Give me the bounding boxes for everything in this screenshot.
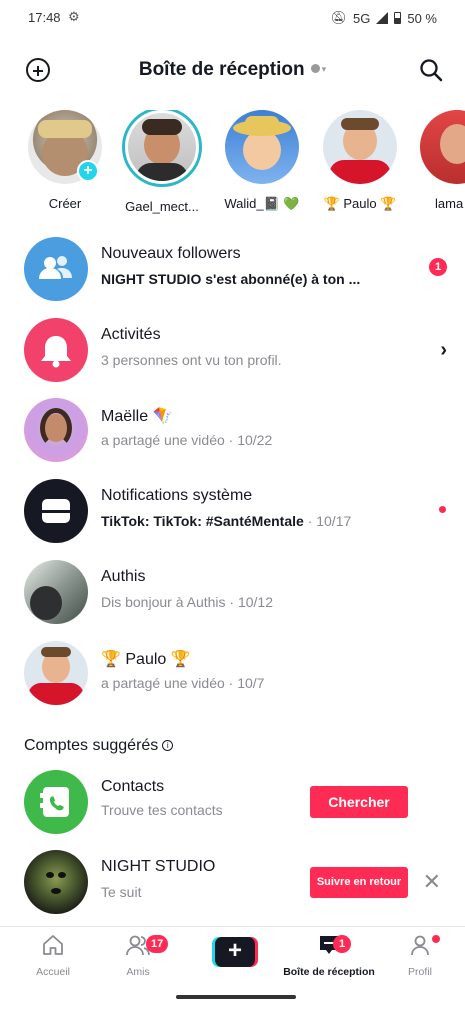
plus-icon: + [215, 937, 255, 967]
avatar [323, 110, 397, 184]
avatar [24, 641, 88, 705]
row-subtitle: a partagé une vidéo · 10/22 [101, 432, 273, 448]
nav-label: Accueil [36, 966, 70, 978]
inbox-row-paulo[interactable]: 🏆 Paulo 🏆 a partagé une vidéo · 10/7 [0, 632, 465, 714]
profile-icon [411, 935, 429, 956]
nav-label: Profil [408, 966, 432, 978]
avatar [24, 850, 88, 914]
settings-notification-icon: ⚙ [68, 9, 80, 24]
story-name: Gael_mect... [125, 199, 199, 214]
section-title: Comptes suggérés [24, 737, 159, 754]
inbox-row-system-notifications[interactable]: Notifications système TikTok: TikTok: #S… [0, 470, 465, 552]
contacts-phone-icon [24, 770, 88, 834]
story-name: 🏆 Paulo 🏆 [323, 196, 397, 211]
page-title[interactable]: Boîte de réception ▾ [0, 59, 465, 81]
battery-level: 50 % [407, 10, 437, 26]
row-subtitle: a partagé une vidéo · 10/7 [101, 675, 265, 691]
row-subtitle: TikTok: TikTok: #SantéMentale · 10/17 [101, 513, 351, 529]
row-subtitle: Trouve tes contacts [101, 802, 223, 818]
suggested-row-contacts[interactable]: Contacts Trouve tes contacts Chercher [0, 761, 465, 843]
follow-back-button[interactable]: Suivre en retour [310, 867, 408, 898]
avatar [128, 113, 196, 181]
battery-icon [394, 12, 402, 24]
nav-inbox[interactable]: Boîte de réception 1 [283, 933, 375, 978]
row-title: Notifications système [101, 487, 253, 504]
row-title: Nouveaux followers [101, 245, 241, 262]
row-subtitle: Te suit [101, 884, 142, 900]
story-create[interactable]: + Créer [23, 110, 107, 211]
story-ring [122, 110, 202, 187]
story-gael[interactable]: Gael_mect... [120, 110, 204, 214]
close-icon[interactable]: ✕ [423, 869, 441, 895]
bell-icon [24, 318, 88, 382]
row-subtitle: NIGHT STUDIO s'est abonné(e) à ton ... [101, 271, 361, 287]
bottom-navigation: Accueil Amis 17 + Boîte de réception 1 P… [0, 926, 465, 986]
story-name: lama [435, 196, 464, 211]
page-title-text: Boîte de réception [138, 59, 305, 80]
status-bar: 17:48 ⚙ 🔕︎ 5G 50 % [0, 0, 465, 36]
suggested-accounts-heading: Comptes suggérés i [24, 737, 174, 755]
avatar [420, 110, 465, 184]
avatar [24, 398, 88, 462]
signal-icon [376, 12, 389, 24]
nav-home[interactable]: Accueil [13, 933, 93, 978]
add-story-plus-icon[interactable]: + [77, 160, 99, 182]
suggested-row-night-studio[interactable]: NIGHT STUDIO Te suit Suivre en retour ✕ [0, 841, 465, 923]
unread-count-badge: 1 [429, 258, 447, 276]
story-lama[interactable]: lama [415, 110, 465, 211]
unread-dot [439, 506, 446, 513]
row-title: Maëlle 🪁 [101, 408, 173, 425]
inbox-row-activities[interactable]: Activités 3 personnes ont vu ton profil.… [0, 309, 465, 391]
nav-profile[interactable]: Profil [380, 933, 460, 978]
row-subtitle: 3 personnes ont vu ton profil. [101, 352, 282, 368]
home-icon [43, 935, 63, 955]
story-name: Créer [48, 196, 82, 211]
nav-label: Boîte de réception [283, 966, 375, 978]
inbox-row-new-followers[interactable]: Nouveaux followers NIGHT STUDIO s'est ab… [0, 228, 465, 310]
row-title: 🏆 Paulo 🏆 [101, 651, 191, 668]
info-icon[interactable]: i [162, 740, 174, 751]
chevron-down-icon: ▾ [321, 64, 327, 74]
network-label: 5G [353, 10, 371, 26]
friends-count-badge: 17 [146, 935, 169, 953]
search-icon[interactable] [419, 58, 443, 82]
row-title: Authis [101, 568, 146, 585]
story-paulo[interactable]: 🏆 Paulo 🏆 [318, 110, 402, 212]
system-inbox-icon [24, 479, 88, 543]
inbox-count-badge: 1 [333, 935, 351, 953]
status-right: 🔕︎ 5G 50 % [331, 10, 438, 26]
inbox-header: Boîte de réception ▾ [0, 48, 465, 92]
stories-row: + Créer Gael_mect... Walid_📓 💚 🏆 Paulo 🏆 [0, 110, 465, 220]
home-indicator[interactable] [176, 995, 296, 999]
nav-friends[interactable]: Amis 17 [98, 933, 178, 978]
find-contacts-button[interactable]: Chercher [310, 786, 408, 818]
row-title: NIGHT STUDIO [101, 858, 216, 875]
avatar [225, 110, 299, 184]
followers-icon [24, 237, 88, 301]
status-dot-icon [310, 64, 320, 73]
row-subtitle: Dis bonjour à Authis · 10/12 [101, 594, 273, 610]
row-subtitle-text: TikTok: TikTok: #SantéMentale [101, 513, 304, 529]
profile-alert-dot [432, 935, 440, 943]
nav-label: Amis [126, 966, 150, 978]
story-name: Walid_📓 💚 [224, 196, 300, 211]
story-walid[interactable]: Walid_📓 💚 [220, 110, 304, 212]
row-title: Contacts [101, 778, 165, 795]
create-video-button[interactable]: + [212, 937, 258, 967]
chevron-right-icon: › [440, 339, 447, 361]
row-date: · 10/17 [307, 513, 352, 529]
row-title: Activités [101, 326, 161, 343]
inbox-row-authis[interactable]: Authis Dis bonjour à Authis · 10/12 [0, 551, 465, 633]
mute-icon: 🔕︎ [330, 10, 348, 25]
status-time: 17:48 [28, 10, 61, 25]
avatar [24, 560, 88, 624]
inbox-row-maelle[interactable]: Maëlle 🪁 a partagé une vidéo · 10/22 [0, 389, 465, 471]
